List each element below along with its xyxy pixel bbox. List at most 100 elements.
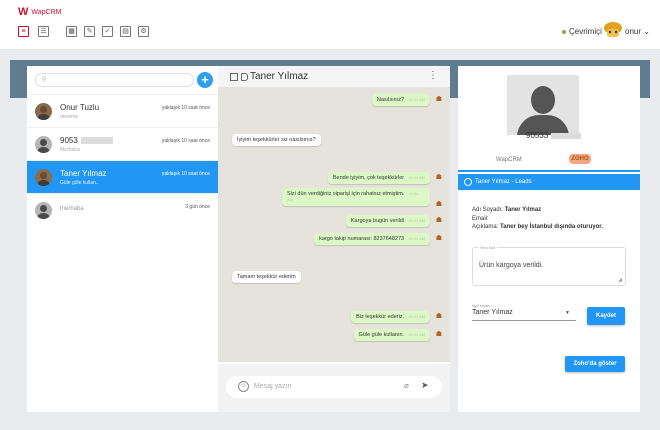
tab-zoho[interactable]: ZOHO <box>569 154 591 164</box>
message-text: kargo takip numarası: 8237648273 <box>319 236 405 242</box>
message-time: 10:44 AM <box>408 175 425 180</box>
chat-panel: Taner Yılmaz ⋮ Nasılsınız? 10:44 AM ☗ İyi… <box>218 66 450 412</box>
message-text: Güle güle kullanın. <box>358 332 405 338</box>
settings-icon[interactable]: ⚙ <box>138 26 149 37</box>
user-avatar[interactable] <box>602 20 624 40</box>
lead-name-row: Adı Soyadı: Taner Yılmaz <box>472 206 603 215</box>
message-bubble: kargo takip numarası: 8237648273 10:44 AM <box>314 233 430 245</box>
email-row: Email: <box>472 215 603 224</box>
tab-wapcrm[interactable]: WapCRM <box>496 157 522 163</box>
profile-phone-wrap: 90533 <box>526 131 582 140</box>
avatar <box>35 169 52 186</box>
message-time: 10:44 AM <box>408 218 425 223</box>
message-text: Sizi dün verdiğiniz siparişi için rahats… <box>287 191 405 197</box>
contact-name: Onur Tuzlu <box>60 103 100 112</box>
chat-icon[interactable]: ≡ <box>18 26 29 37</box>
message-time: 10:44 AM <box>408 97 425 102</box>
message-time: 10:44 AM <box>408 236 425 241</box>
label-icon[interactable] <box>241 73 248 81</box>
email-label: Email: <box>472 215 489 222</box>
lead-bar[interactable]: Taner Yılmaz - Leads <box>458 174 640 190</box>
edit-icon[interactable]: ✎ <box>84 26 95 37</box>
contact-last-message: Güle güle kullan.. <box>60 180 99 186</box>
status-dot <box>562 29 566 34</box>
contact-item[interactable]: merhaba 3 gün önce <box>27 193 218 226</box>
contacts-panel: ⚲ + Onur Tuzlu deneme yaklaşık 10 saat ö… <box>27 66 218 412</box>
new-note-field[interactable]: Yeni Not Ürün kargoya verildi. ◢ <box>472 245 626 286</box>
save-button[interactable]: Kaydet <box>587 307 625 325</box>
message-text: Kargoya bugün verildi <box>350 218 405 224</box>
brand-mark: W <box>18 6 29 18</box>
chat-header: Taner Yılmaz ⋮ <box>218 66 450 88</box>
message-bubble: Sizi dün verdiğiniz siparişi için rahats… <box>282 188 430 206</box>
list-icon[interactable]: ☰ <box>38 26 49 37</box>
contact-item[interactable]: 9053 Merhaba yaklaşık 10 saat önce <box>27 127 218 160</box>
emoji-icon[interactable]: ☺ <box>238 381 249 392</box>
message-input[interactable]: ☺ Mesaj yazın ⌀ ➤ <box>226 376 442 398</box>
contact-time: 3 gün önce <box>185 204 210 210</box>
sender-avatar-icon: ☗ <box>435 235 442 242</box>
chat-list-icon[interactable] <box>230 73 238 81</box>
resize-handle-icon[interactable]: ◢ <box>618 277 622 283</box>
dropdown-arrow-icon: ▼ <box>565 310 570 316</box>
user-name: onur <box>625 27 642 36</box>
contact-list: Onur Tuzlu deneme yaklaşık 10 saat önce … <box>27 94 218 226</box>
contact-time: yaklaşık 10 saat önce <box>161 105 210 111</box>
contact-name: 9053 <box>60 136 78 145</box>
message-bubble: Tamam teşekkür ederim <box>232 271 301 283</box>
name-value: Taner Yılmaz <box>504 207 542 213</box>
assignee-label: İlgili kişiler <box>472 303 491 308</box>
more-options-icon[interactable]: ⋮ <box>428 70 438 81</box>
sender-avatar-icon: ☗ <box>435 201 442 208</box>
contact-name-wrap: 9053 <box>60 136 113 145</box>
calendar-icon[interactable]: ▤ <box>120 26 131 37</box>
message-area[interactable]: Nasılsınız? 10:44 AM ☗ İyiyim teşekkürler… <box>218 88 450 362</box>
message-bubble: Kargoya bugün verildi 10:44 AM <box>345 215 430 227</box>
profile-tabs: WapCRM ZOHO <box>458 150 640 172</box>
message-text: Bende iyiyim, çok teşekkürler <box>332 175 405 181</box>
avatar <box>35 103 52 120</box>
contact-last-message: deneme <box>60 114 79 120</box>
contact-name: Taner Yılmaz <box>60 169 107 178</box>
compose-bar: ☺ Mesaj yazın ⌀ ➤ <box>218 364 450 412</box>
note-label: Yeni Not <box>478 245 497 250</box>
profile-phone: 90533 <box>526 131 549 140</box>
message-time: 10:44 AM <box>408 314 425 319</box>
contact-name: merhaba <box>60 206 84 212</box>
message-bubble: Bende iyiyim, çok teşekkürler 10:44 AM <box>327 172 430 184</box>
search-input[interactable]: ⚲ <box>35 73 194 87</box>
attach-icon[interactable]: ⌀ <box>404 381 409 390</box>
message-text: Biz teşekkür ederiz. <box>356 314 405 320</box>
top-bar: W WapCRM ≡ ☰ ▦ ✎ ✓ ▤ ⚙ Çevrimiçi onur ⌄ <box>0 0 660 50</box>
contact-item[interactable]: Onur Tuzlu deneme yaklaşık 10 saat önce <box>27 94 218 127</box>
brand-logo[interactable]: W WapCRM <box>18 6 61 18</box>
desc-row: Açıklama: Taner bey İstanbul dışında otu… <box>472 223 603 232</box>
lead-title: Taner Yılmaz - Leads <box>475 179 532 185</box>
contact-item-selected[interactable]: Taner Yılmaz Güle güle kullan.. yaklaşık… <box>27 160 218 193</box>
add-contact-button[interactable]: + <box>197 72 213 88</box>
message-bubble: Nasılsınız? 10:44 AM <box>371 94 430 106</box>
message-text: Tamam teşekkür ederim <box>237 274 296 280</box>
sender-avatar-icon: ☗ <box>435 96 442 103</box>
chevron-down-icon: ⌄ <box>641 27 650 36</box>
send-icon[interactable]: ➤ <box>421 380 429 391</box>
message-bubble: Güle güle kullanın. 10:44 AM <box>353 329 430 341</box>
check-icon[interactable]: ✓ <box>102 26 113 37</box>
online-status[interactable]: Çevrimiçi <box>562 27 602 36</box>
user-circle-icon <box>464 178 472 186</box>
grid-icon[interactable]: ▦ <box>66 26 77 37</box>
lead-info: Adı Soyadı: Taner Yılmaz Email: Açıklama… <box>472 206 603 232</box>
note-value: Ürün kargoya verildi. <box>479 262 544 269</box>
message-bubble: İyiyim teşekkürler siz nasılsınız? <box>232 134 321 146</box>
assignee-value: Taner Yılmaz <box>472 309 513 316</box>
contact-last-message: Merhaba <box>60 147 80 153</box>
assignee-select[interactable]: Taner Yılmaz ▼ <box>472 309 576 321</box>
status-label: Çevrimiçi <box>569 27 602 36</box>
show-in-zoho-button[interactable]: Zoho'da göster <box>565 356 625 372</box>
message-text: İyiyim teşekkürler siz nasılsınız? <box>237 137 316 143</box>
profile-panel: 90533 WapCRM ZOHO Taner Yılmaz - Leads A… <box>458 66 640 412</box>
sender-avatar-icon: ☗ <box>435 217 442 224</box>
search-icon: ⚲ <box>42 77 47 83</box>
message-bubble: Biz teşekkür ederiz. 10:44 AM <box>351 311 430 323</box>
user-menu[interactable]: onur ⌄ <box>625 27 650 36</box>
